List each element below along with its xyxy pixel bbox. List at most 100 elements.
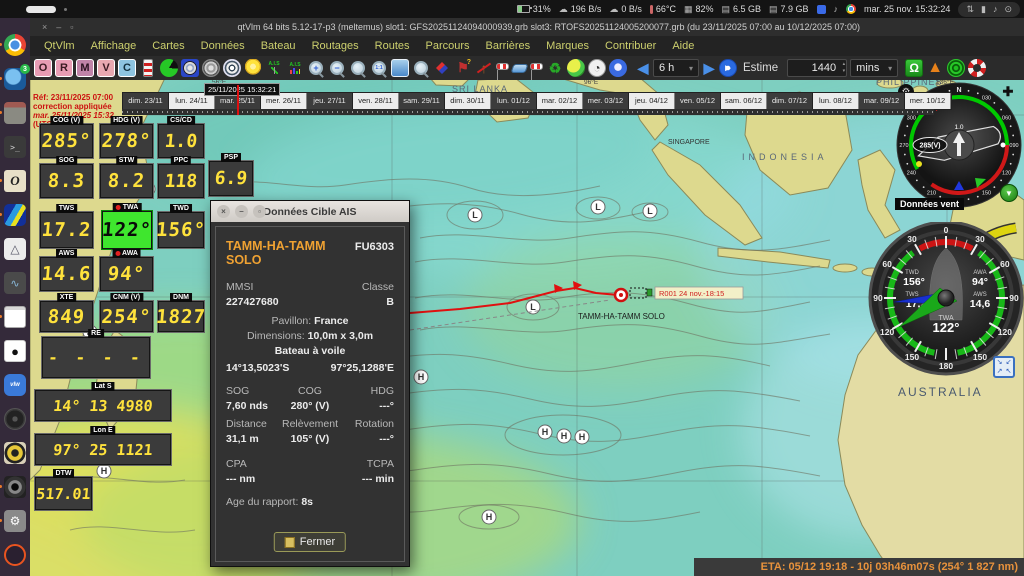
instrument-aws[interactable]: AWS14.6 <box>40 257 93 291</box>
windsock-alt-button[interactable] <box>530 63 543 70</box>
menu-contribuer[interactable]: Contribuer <box>597 38 664 54</box>
menu-bateau[interactable]: Bateau <box>253 38 304 54</box>
estime-unit-select[interactable]: mins▾ <box>850 59 898 77</box>
world-clock-button[interactable] <box>609 59 627 77</box>
windrose-collapse-button[interactable]: ▼ <box>1000 184 1018 202</box>
workspace-pill[interactable] <box>26 6 56 13</box>
dialog-maximize-button[interactable]: ▫ <box>253 205 266 218</box>
window-minimize-button[interactable]: – <box>56 22 61 32</box>
instrument-chrono[interactable]: RE- - - - <box>42 337 150 378</box>
instrument-tws[interactable]: TWS17.2 <box>40 212 93 248</box>
poi-flag-button[interactable]: ⚑ <box>454 59 472 77</box>
windrose-move-icon[interactable]: ✚ <box>1000 84 1016 100</box>
rescue-ring-button[interactable] <box>968 59 986 77</box>
instrument-twd[interactable]: TWD156° <box>158 212 204 248</box>
timeline-day-dim-23-11[interactable]: dim. 23/11 <box>123 93 169 109</box>
instrument-xte[interactable]: XTE849 <box>40 301 93 332</box>
estime-arrow-button[interactable]: ↑ <box>475 59 493 77</box>
bulb-button[interactable] <box>244 59 262 77</box>
dock-kiwi[interactable]: ● <box>4 340 26 362</box>
estime-play-button[interactable]: ▶ <box>719 59 737 77</box>
alarm-bell-button[interactable]: Ω <box>905 59 923 77</box>
instrument-dtw[interactable]: DTW517.01 <box>35 477 92 510</box>
dock-globe-app[interactable]: △ <box>4 238 26 260</box>
timeline-day-jeu-04-12[interactable]: jeu. 04/12 <box>629 93 675 109</box>
time-step-forward-button[interactable]: ▶ <box>702 59 716 77</box>
dock-files[interactable] <box>4 102 26 124</box>
menu-affichage[interactable]: Affichage <box>83 38 145 54</box>
timeline-cursor[interactable] <box>237 85 239 115</box>
timeline-day-dim-30-11[interactable]: dim. 30/11 <box>445 93 491 109</box>
dock-monitor[interactable]: ∿ <box>4 272 26 294</box>
menu-qtvlm[interactable]: QtVlm <box>36 38 83 54</box>
zoom-out-button[interactable]: − <box>330 61 344 75</box>
warning-button[interactable]: ▲ <box>926 59 944 77</box>
timeline-day-ven-28-11[interactable]: ven. 28/11 <box>353 93 399 109</box>
dialog-minimize-button[interactable]: – <box>235 205 248 218</box>
instrument-lon[interactable]: Lon E97° 25 1121 <box>35 434 171 465</box>
dock-speaker-dark[interactable] <box>4 476 26 498</box>
grib-slab-button[interactable] <box>511 64 529 73</box>
menu-barri-res[interactable]: Barrières <box>478 38 539 54</box>
chart-o-button[interactable]: O <box>34 59 52 77</box>
grib-pie-button[interactable] <box>160 59 178 77</box>
dock-vlw[interactable]: vlw <box>4 374 26 396</box>
dock-reader[interactable] <box>4 306 26 328</box>
instrument-dnm[interactable]: DNM1827 <box>158 301 204 332</box>
compass-gray-button[interactable] <box>202 59 220 77</box>
fermer-button[interactable]: Fermer <box>274 532 346 552</box>
menu-routes[interactable]: Routes <box>367 38 418 54</box>
system-menu[interactable]: ⇅ ▮ ♪ ⊙ <box>958 2 1020 17</box>
menu-marques[interactable]: Marques <box>538 38 597 54</box>
menu-routages[interactable]: Routages <box>304 38 367 54</box>
instrument-awa[interactable]: AWA94° <box>100 257 153 291</box>
menu-aide[interactable]: Aide <box>664 38 702 54</box>
instrument-cnm[interactable]: CNM (V)254° <box>100 301 153 332</box>
instrument-cscd[interactable]: CS/CD1.0 <box>158 124 204 158</box>
system-clock[interactable]: mar. 25 nov. 15:32:24 <box>864 4 950 14</box>
timeline-day-ven-05-12[interactable]: ven. 05/12 <box>675 93 721 109</box>
zoom-one-one-button[interactable]: 1:1 <box>372 61 386 75</box>
boat-marker[interactable] <box>615 289 627 301</box>
instrument-hdg[interactable]: HDG (V)278° <box>100 124 153 158</box>
instrument-psp[interactable]: PSP6.9 <box>209 161 253 196</box>
timeline-day-mer-03-12[interactable]: mer. 03/12 <box>583 93 629 109</box>
gauge-resize-button[interactable]: ↘↙↗↖ <box>993 356 1015 378</box>
meteo-globe-button[interactable] <box>567 59 585 77</box>
dock-qtvlm[interactable] <box>4 204 26 226</box>
menu-cartes[interactable]: Cartes <box>144 38 192 54</box>
timeline-day-lun-08-12[interactable]: lun. 08/12 <box>813 93 859 109</box>
timeline-day-mar-09-12[interactable]: mar. 09/12 <box>859 93 905 109</box>
dock-terminal[interactable]: >_ <box>4 136 26 158</box>
time-step-back-button[interactable]: ◀ <box>636 59 650 77</box>
chart-c-button[interactable]: C <box>118 59 136 77</box>
grib-refresh-button[interactable]: ♻ <box>546 59 564 77</box>
ais-antenna-button[interactable]: A.I.S <box>265 59 283 77</box>
timeline-day-mar-02-12[interactable]: mar. 02/12 <box>537 93 583 109</box>
compass-blue-button[interactable] <box>181 59 199 77</box>
chart-m-button[interactable]: M <box>76 59 94 77</box>
zoom-in-button[interactable]: + <box>309 61 323 75</box>
windsock-button[interactable] <box>496 63 509 70</box>
chrome-tray-icon[interactable] <box>846 4 856 14</box>
select-zone-button[interactable] <box>391 59 409 77</box>
spinner-arrows-icon[interactable]: ▴▾ <box>843 61 846 75</box>
instrument-cog[interactable]: COG (V)285° <box>40 124 93 158</box>
timeline-day-lun-01-12[interactable]: lun. 01/12 <box>491 93 537 109</box>
clock-button[interactable]: ◔ <box>588 59 606 77</box>
loupe-button[interactable] <box>414 61 428 75</box>
dock-opencpn[interactable]: O <box>4 170 26 192</box>
chart-v-button[interactable]: V <box>97 59 115 77</box>
timeline-day-sam-06-12[interactable]: sam. 06/12 <box>721 93 767 109</box>
twa-gauge[interactable]: 0303060609090120120150150180 TWD 156° AW… <box>868 222 1024 378</box>
target-rings-button[interactable] <box>947 59 965 77</box>
ais-bars-button[interactable]: A.I.S <box>286 59 304 77</box>
timeline-day-mer-10-12[interactable]: mer. 10/12 <box>905 93 951 109</box>
dock-speaker[interactable] <box>4 442 26 464</box>
timeline-day-dim-07-12[interactable]: dim. 07/12 <box>767 93 813 109</box>
chart-r-button[interactable]: R <box>55 59 73 77</box>
lighthouse-button[interactable] <box>143 59 153 77</box>
window-close-button[interactable]: × <box>42 22 47 32</box>
dock-thunderbird[interactable]: 3 <box>4 68 26 90</box>
zoom-window-button[interactable] <box>351 61 365 75</box>
